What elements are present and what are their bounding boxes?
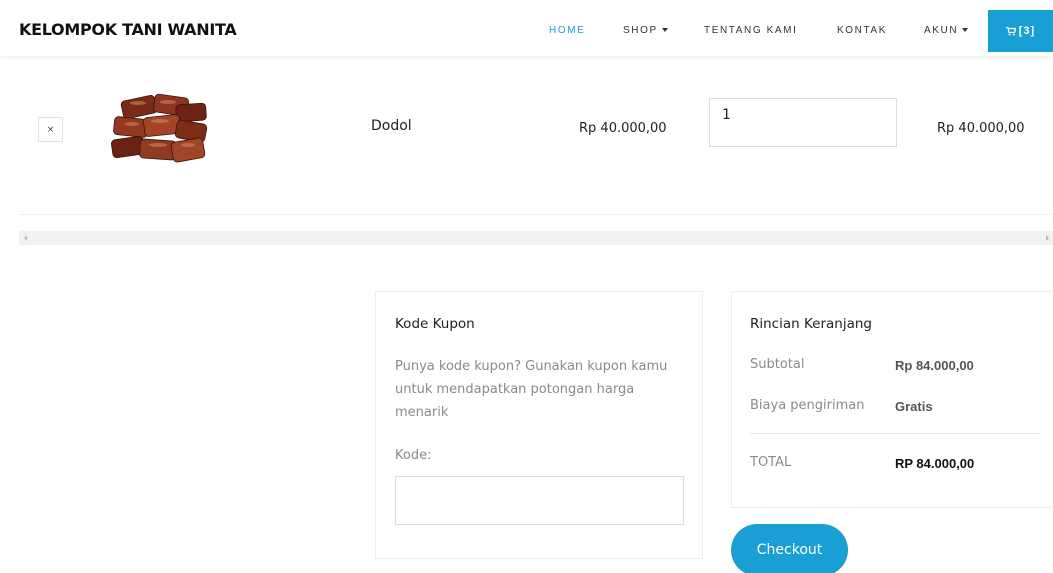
- product-price: Rp 40.000,00: [579, 121, 667, 136]
- subtotal-value: Rp 84.000,00: [895, 358, 974, 373]
- nav-akun[interactable]: AKUN: [924, 25, 969, 36]
- nav-kontak[interactable]: KONTAK: [837, 25, 887, 36]
- subtotal-label: Subtotal: [750, 357, 805, 372]
- remove-item-button[interactable]: ×: [38, 117, 63, 142]
- nav-home[interactable]: HOME: [549, 25, 585, 36]
- quantity-input[interactable]: [709, 98, 897, 147]
- nav-akun-label: AKUN: [924, 25, 959, 36]
- navbar: KELOMPOK TANI WANITA HOME SHOP TENTANG K…: [0, 0, 1053, 56]
- cart-button[interactable]: [3]: [988, 10, 1053, 52]
- cart-totals-title: Rincian Keranjang: [750, 316, 872, 332]
- nav-shop[interactable]: SHOP: [623, 25, 668, 36]
- coupon-code-input[interactable]: [395, 476, 684, 525]
- scroll-right-icon[interactable]: [1046, 235, 1049, 241]
- cart-totals-panel: Rincian Keranjang Subtotal Rp 84.000,00 …: [731, 291, 1053, 508]
- nav-kontak-label: KONTAK: [837, 25, 887, 36]
- coupon-description: Punya kode kupon? Gunakan kupon kamu unt…: [395, 359, 668, 420]
- site-brand[interactable]: KELOMPOK TANI WANITA: [19, 20, 237, 39]
- product-name[interactable]: Dodol: [371, 118, 412, 134]
- nav-tentang-kami[interactable]: TENTANG KAMI: [704, 25, 797, 36]
- checkout-button[interactable]: Checkout: [731, 524, 848, 573]
- total-value: RP 84.000,00: [895, 456, 975, 471]
- scroll-left-icon[interactable]: [24, 235, 27, 241]
- dodol-product-image: [111, 93, 208, 163]
- shipping-value: Gratis: [895, 399, 933, 414]
- nav-tentang-kami-label: TENTANG KAMI: [704, 25, 798, 36]
- row-divider: [19, 214, 1053, 215]
- cart-icon: [1005, 26, 1016, 35]
- total-label: TOTAL: [750, 455, 792, 470]
- horizontal-scrollbar[interactable]: [19, 231, 1053, 245]
- nav-home-label: HOME: [549, 25, 586, 36]
- coupon-code-label: Kode:: [395, 448, 432, 463]
- cart-count: [3]: [1018, 25, 1036, 37]
- shipping-label: Biaya pengiriman: [750, 398, 865, 413]
- chevron-down-icon: [962, 28, 969, 32]
- coupon-panel: Kode Kupon Punya kode kupon? Gunakan kup…: [375, 291, 703, 559]
- coupon-title: Kode Kupon: [395, 316, 475, 332]
- nav-shop-label: SHOP: [623, 25, 658, 36]
- product-total: Rp 40.000,00: [937, 121, 1025, 136]
- close-icon: ×: [46, 124, 55, 135]
- chevron-down-icon: [661, 28, 668, 32]
- totals-divider: [750, 433, 1040, 434]
